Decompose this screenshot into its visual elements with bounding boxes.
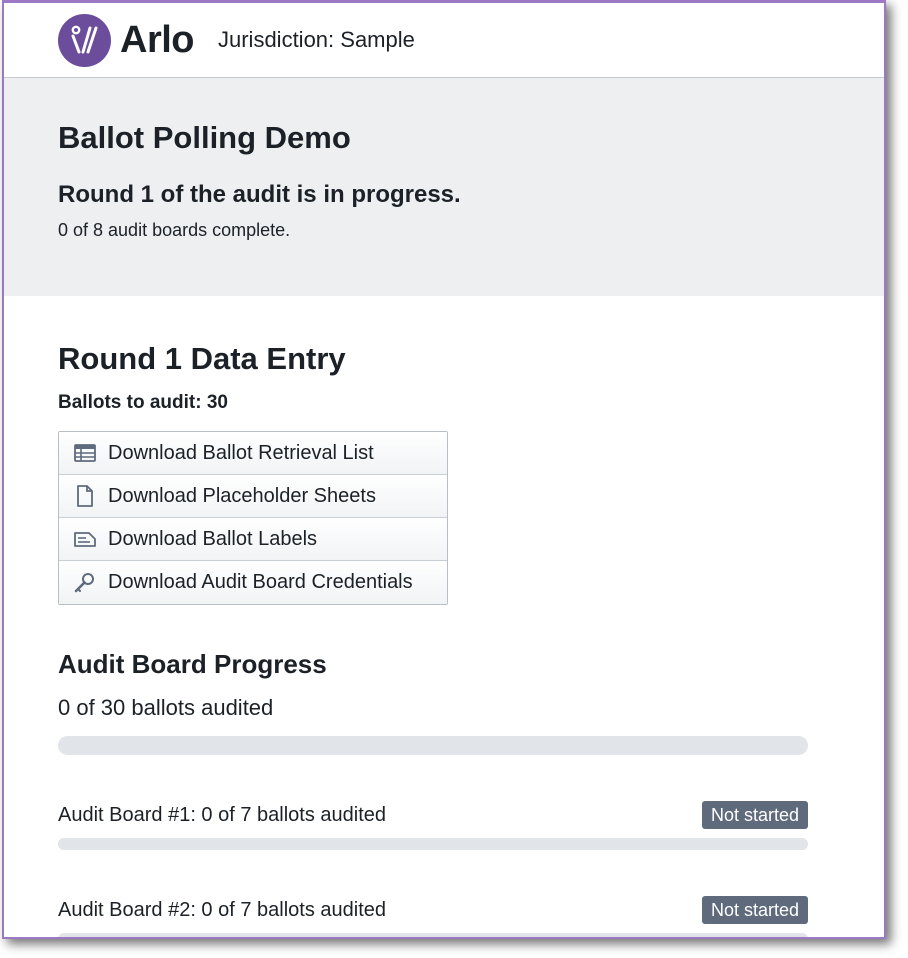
status-badge: Not started [701, 801, 808, 829]
audit-board-item: Audit Board #2: 0 of 7 ballots audited N… [58, 895, 808, 937]
top-navbar: Arlo Jurisdiction: Sample [4, 3, 884, 78]
download-retrieval-list-button[interactable]: Download Ballot Retrieval List [59, 432, 447, 475]
logo-text[interactable]: Arlo [120, 19, 195, 62]
main-content: Round 1 Data Entry Ballots to audit: 30 … [4, 296, 884, 937]
audit-board-progress-bar [58, 933, 808, 937]
label-icon [73, 527, 97, 551]
status-banner: Ballot Polling Demo Round 1 of the audit… [4, 78, 884, 296]
data-entry-title: Round 1 Data Entry [58, 341, 346, 376]
download-placeholder-sheets-button[interactable]: Download Placeholder Sheets [59, 475, 447, 518]
audit-title: Ballot Polling Demo [58, 120, 351, 155]
audit-board-label: Audit Board #1: 0 of 7 ballots audited [58, 803, 387, 826]
key-icon [73, 571, 97, 595]
th-table-icon [73, 441, 97, 465]
audit-board-progress-title: Audit Board Progress [58, 649, 327, 679]
download-ballot-labels-label: Download Ballot Labels [108, 527, 318, 550]
overall-progress-text: 0 of 30 ballots audited [58, 695, 274, 720]
document-icon [73, 484, 97, 508]
overall-progress-bar [58, 736, 808, 755]
download-retrieval-list-label: Download Ballot Retrieval List [108, 441, 374, 464]
download-placeholder-sheets-label: Download Placeholder Sheets [108, 484, 376, 507]
ballots-to-audit: Ballots to audit: 30 [58, 392, 228, 413]
jurisdiction-label: Jurisdiction: Sample [218, 27, 415, 52]
boards-complete-text: 0 of 8 audit boards complete. [58, 220, 291, 240]
audit-board-label: Audit Board #2: 0 of 7 ballots audited [58, 898, 387, 921]
download-credentials-button[interactable]: Download Audit Board Credentials [59, 561, 447, 604]
round-status: Round 1 of the audit is in progress. [58, 181, 461, 208]
audit-board-item: Audit Board #1: 0 of 7 ballots audited N… [58, 800, 808, 850]
download-button-group: Download Ballot Retrieval List Download … [58, 431, 448, 605]
status-badge: Not started [701, 896, 808, 924]
arlo-logo-icon[interactable] [58, 13, 111, 67]
download-credentials-label: Download Audit Board Credentials [108, 571, 413, 593]
app-window: Arlo Jurisdiction: Sample Ballot Polling… [2, 0, 886, 939]
audit-board-progress-bar [58, 838, 808, 850]
download-ballot-labels-button[interactable]: Download Ballot Labels [59, 518, 447, 561]
